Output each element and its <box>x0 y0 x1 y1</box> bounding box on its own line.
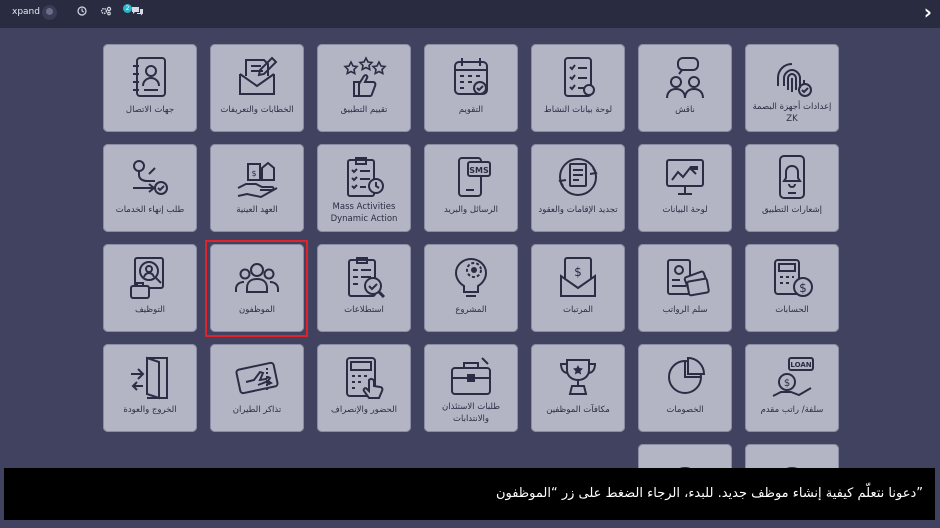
app-tile[interactable]: طلبات الاستئذان والانتدابات <box>424 344 518 432</box>
app-tile[interactable]: Mass Activities Dynamic Action <box>317 144 411 232</box>
clock-icon[interactable] <box>77 6 87 18</box>
app-tile-label: المشروع <box>455 305 487 315</box>
app-tile-label: سلم الرواتب <box>662 305 708 315</box>
app-tile[interactable]: $ الحسابات <box>745 244 839 332</box>
svg-text:$: $ <box>574 265 582 279</box>
tutorial-caption: دعونا نتعلّم كيفية إنشاء موظف جديد. للبد… <box>4 468 935 520</box>
app-tile-label: الحضور والإنصراف <box>331 405 397 415</box>
app-tile-label: طلب إنهاء الخدمات <box>115 205 185 215</box>
app-tile[interactable]: جهات الاتصال <box>103 44 197 132</box>
svg-text:SMS: SMS <box>469 166 489 175</box>
app-tile[interactable]: لوحة بيانات النشاط <box>531 44 625 132</box>
app-tile-label: إشعارات التطبيق <box>761 205 823 215</box>
app-tile[interactable]: الخروج والعودة <box>103 344 197 432</box>
app-tile[interactable]: طلب إنهاء الخدمات <box>103 144 197 232</box>
app-tile[interactable]: التقويم <box>424 44 518 132</box>
app-tile-label: لوحة بيانات النشاط <box>543 105 613 115</box>
app-tile-label: الرسائل والبريد <box>444 205 498 215</box>
app-tile[interactable]: $ المرتبات <box>531 244 625 332</box>
highlight-frame-employees <box>205 240 308 337</box>
app-tile[interactable]: مكافآت الموظفين <box>531 344 625 432</box>
app-tile[interactable]: تجديد الإقامات والعقود <box>531 144 625 232</box>
settings-icon[interactable] <box>100 6 112 18</box>
app-tile[interactable]: $ العهد العينية <box>210 144 304 232</box>
app-tile-label: Mass Activities Dynamic Action <box>330 202 398 224</box>
app-tile[interactable]: LOAN $ سلفة/ راتب مقدم <box>745 344 839 432</box>
svg-text:$: $ <box>784 378 790 389</box>
app-tile-label: إعدادات أجهزة البصمة ZK <box>752 102 832 124</box>
app-tile-label: العهد العينية <box>236 205 278 215</box>
app-tile-label: تذاكر الطيران <box>232 405 282 415</box>
app-tile-label: سلفة/ راتب مقدم <box>760 405 824 415</box>
caption-text: دعونا نتعلّم كيفية إنشاء موظف جديد. للبد… <box>495 486 923 501</box>
svg-text:$: $ <box>799 281 807 295</box>
app-tile-label: لوحة البيانات <box>662 205 708 215</box>
app-tile-label: الحسابات <box>775 305 809 315</box>
app-tile-label: ناقش <box>675 105 695 115</box>
app-tile[interactable]: استطلاعات <box>317 244 411 332</box>
chat-icon[interactable] <box>131 6 144 18</box>
app-tile[interactable]: SMS الرسائل والبريد <box>424 144 518 232</box>
app-tile-label: جهات الاتصال <box>125 105 175 115</box>
svg-text:$: $ <box>251 169 256 178</box>
app-tile[interactable]: الخصومات <box>638 344 732 432</box>
app-tile[interactable]: الحضور والإنصراف <box>317 344 411 432</box>
app-tile[interactable]: الخطابات والتعريفات <box>210 44 304 132</box>
chevron-right-icon[interactable]: › <box>924 1 932 23</box>
app-tile-label: الخطابات والتعريفات <box>220 105 294 115</box>
app-tile[interactable]: ناقش <box>638 44 732 132</box>
app-tile-label: الخروج والعودة <box>123 405 177 415</box>
user-avatar[interactable] <box>42 5 57 20</box>
app-tile[interactable]: تقييم التطبيق <box>317 44 411 132</box>
app-tile[interactable]: التوظيف <box>103 244 197 332</box>
app-tile[interactable]: سلم الرواتب <box>638 244 732 332</box>
app-tile-label: التقويم <box>458 105 484 115</box>
app-tile[interactable]: إعدادات أجهزة البصمة ZK <box>745 44 839 132</box>
brand-name: xpand <box>12 7 40 17</box>
app-tile[interactable]: تذاكر الطيران <box>210 344 304 432</box>
app-tile[interactable]: إشعارات التطبيق <box>745 144 839 232</box>
app-tile-label: تقييم التطبيق <box>340 105 388 115</box>
app-tile-label: استطلاعات <box>344 305 384 315</box>
app-tile-label: المرتبات <box>562 305 594 315</box>
app-tile-label: مكافآت الموظفين <box>546 405 610 415</box>
top-bar: xpand 2 › <box>0 0 940 28</box>
app-tile[interactable]: لوحة البيانات <box>638 144 732 232</box>
app-tile-label: طلبات الاستئذان والانتدابات <box>442 402 500 424</box>
app-tile-label: الخصومات <box>666 405 704 415</box>
app-tile[interactable]: المشروع <box>424 244 518 332</box>
app-grid: إعدادات أجهزة البصمة ZK ناقش لوحة بيانات ا… <box>0 28 940 528</box>
app-tile-label: التوظيف <box>134 305 166 315</box>
app-tile-label: تجديد الإقامات والعقود <box>538 205 618 215</box>
svg-text:LOAN: LOAN <box>790 361 811 369</box>
